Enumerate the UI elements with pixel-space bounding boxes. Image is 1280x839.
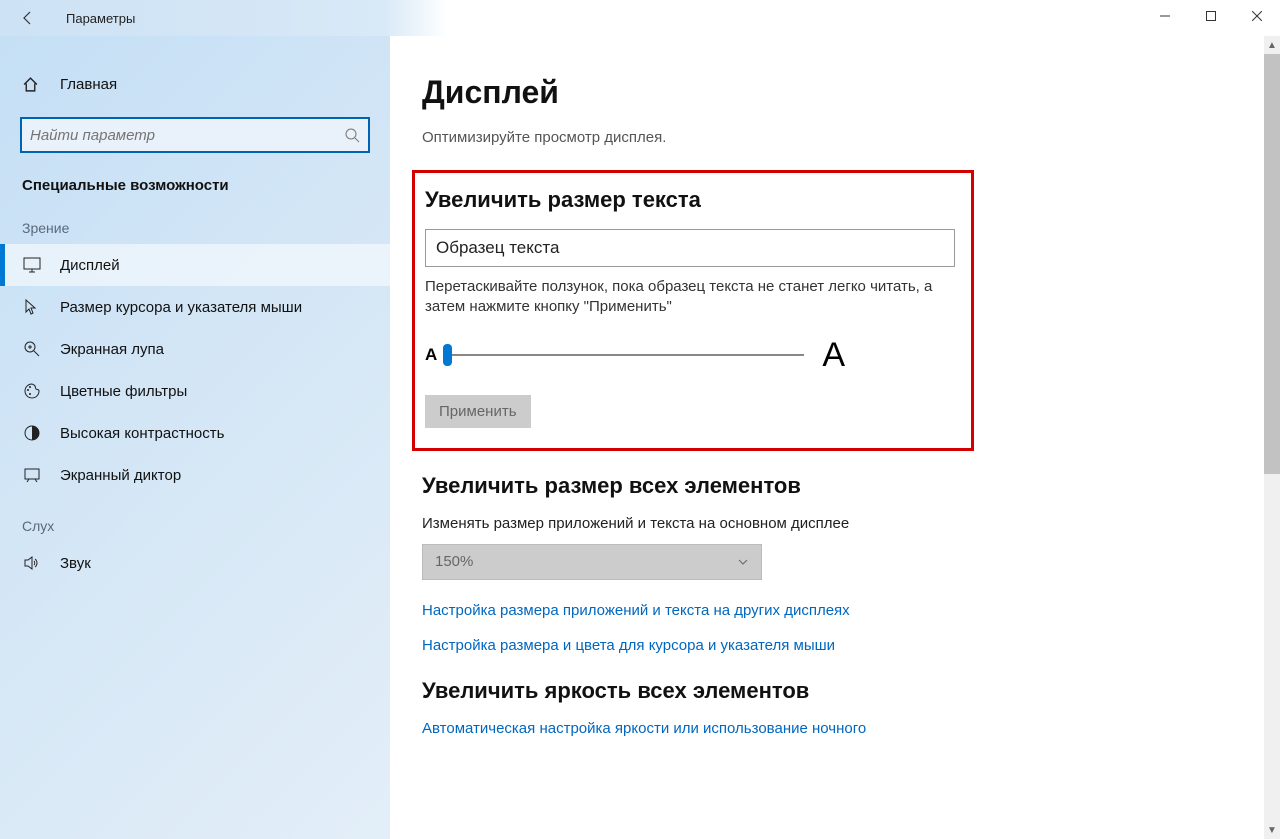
scale-dropdown-value: 150%	[435, 553, 473, 570]
sidebar: Главная Специальные возможности Зрение Д…	[0, 36, 390, 839]
maximize-button[interactable]	[1188, 0, 1234, 32]
sidebar-item-narrator[interactable]: Экранный диктор	[0, 454, 390, 496]
text-size-slider-row: A A	[425, 336, 845, 375]
link-other-displays[interactable]: Настройка размера приложений и текста на…	[422, 602, 1250, 619]
search-input-box[interactable]	[20, 117, 370, 153]
text-size-section-highlight: Увеличить размер текста Образец текста П…	[412, 170, 974, 451]
slider-label-small: A	[425, 345, 437, 365]
sidebar-group-vision: Зрение	[0, 198, 390, 244]
minimize-button[interactable]	[1142, 0, 1188, 32]
content-pane: Дисплей Оптимизируйте просмотр дисплея. …	[390, 36, 1280, 839]
page-subtitle: Оптимизируйте просмотр дисплея.	[422, 129, 1250, 146]
slider-note: Перетаскивайте ползунок, пока образец те…	[425, 277, 961, 318]
sidebar-group-hearing: Слух	[0, 496, 390, 542]
vertical-scrollbar[interactable]: ▲ ▼	[1264, 36, 1280, 839]
window-controls	[1142, 0, 1280, 32]
apply-button[interactable]: Применить	[425, 395, 531, 428]
text-size-slider[interactable]	[443, 354, 804, 356]
narrator-icon	[22, 466, 42, 484]
sidebar-item-label: Дисплей	[60, 257, 120, 274]
sample-text-box: Образец текста	[425, 229, 955, 267]
sidebar-item-magnifier[interactable]: Экранная лупа	[0, 328, 390, 370]
sidebar-item-cursor[interactable]: Размер курсора и указателя мыши	[0, 286, 390, 328]
sidebar-item-label: Высокая контрастность	[60, 425, 224, 442]
sidebar-item-high-contrast[interactable]: Высокая контрастность	[0, 412, 390, 454]
everything-larger-section: Увеличить размер всех элементов Изменять…	[422, 473, 1250, 654]
brightness-section: Увеличить яркость всех элементов Автомат…	[422, 678, 1250, 737]
everything-heading: Увеличить размер всех элементов	[422, 473, 1250, 499]
palette-icon	[22, 382, 42, 400]
sidebar-item-display[interactable]: Дисплей	[0, 244, 390, 286]
sidebar-item-label: Размер курсора и указателя мыши	[60, 299, 302, 316]
sidebar-section-title: Специальные возможности	[0, 167, 390, 198]
home-icon	[22, 76, 42, 93]
monitor-icon	[22, 256, 42, 274]
sidebar-item-label: Цветные фильтры	[60, 383, 187, 400]
scroll-down-icon[interactable]: ▼	[1264, 821, 1280, 839]
sidebar-item-label: Экранная лупа	[60, 341, 164, 358]
scroll-up-icon[interactable]: ▲	[1264, 36, 1280, 54]
search-icon	[344, 127, 360, 143]
page-heading: Дисплей	[422, 74, 1250, 111]
sidebar-item-audio[interactable]: Звук	[0, 542, 390, 584]
link-cursor-size[interactable]: Настройка размера и цвета для курсора и …	[422, 637, 1250, 654]
contrast-icon	[22, 424, 42, 442]
speaker-icon	[22, 554, 42, 572]
cursor-icon	[22, 298, 42, 316]
sidebar-item-color-filters[interactable]: Цветные фильтры	[0, 370, 390, 412]
window-title: Параметры	[66, 11, 135, 26]
scrollbar-thumb[interactable]	[1264, 54, 1280, 474]
titlebar: Параметры	[0, 0, 1280, 36]
sidebar-item-label: Звук	[60, 555, 91, 572]
slider-label-big: A	[822, 336, 845, 375]
sidebar-home-label: Главная	[60, 76, 117, 93]
search-input[interactable]	[30, 127, 344, 144]
everything-desc: Изменять размер приложений и текста на о…	[422, 515, 1250, 532]
slider-thumb[interactable]	[443, 344, 452, 366]
text-size-heading: Увеличить размер текста	[425, 187, 957, 213]
sidebar-home[interactable]: Главная	[0, 66, 390, 103]
close-button[interactable]	[1234, 0, 1280, 32]
scale-dropdown[interactable]: 150%	[422, 544, 762, 580]
sidebar-item-label: Экранный диктор	[60, 467, 181, 484]
link-brightness[interactable]: Автоматическая настройка яркости или исп…	[422, 720, 1250, 737]
back-button[interactable]	[14, 4, 42, 32]
chevron-down-icon	[737, 556, 749, 568]
brightness-heading: Увеличить яркость всех элементов	[422, 678, 1250, 704]
magnifier-icon	[22, 340, 42, 358]
